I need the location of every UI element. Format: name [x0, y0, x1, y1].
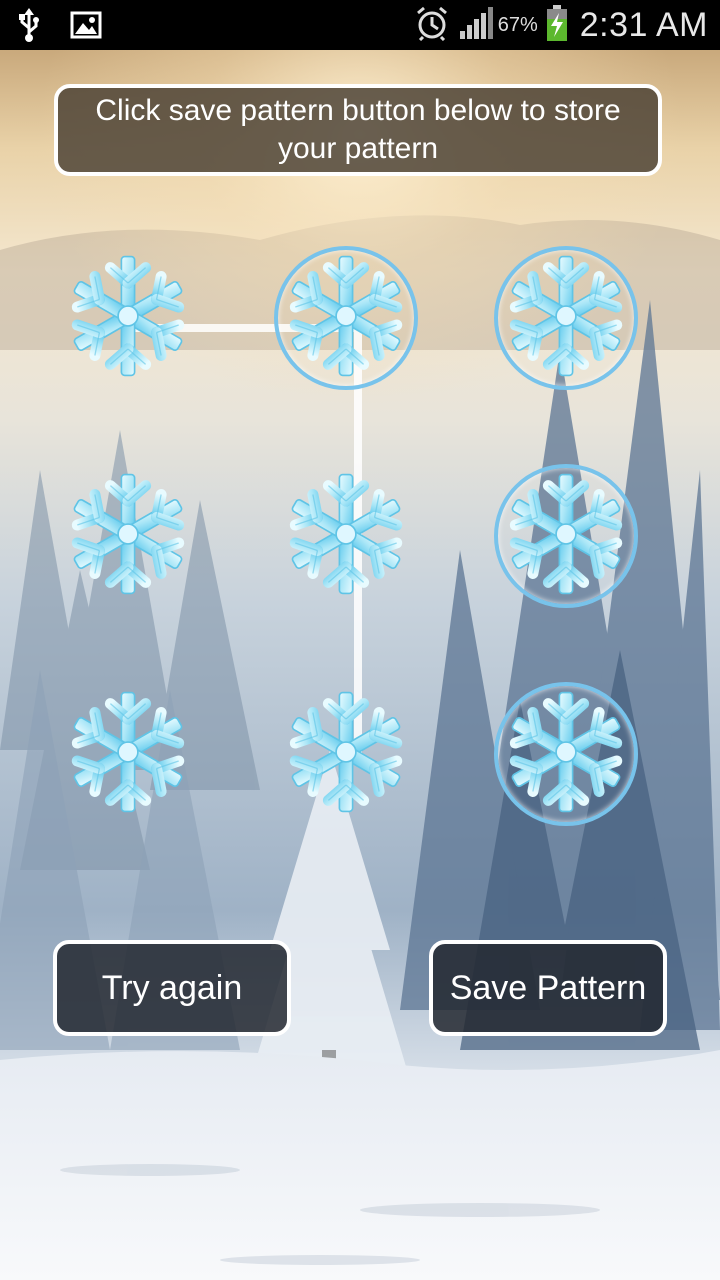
try-again-label: Try again — [101, 968, 243, 1007]
pattern-lock-grid[interactable] — [0, 0, 720, 1280]
pattern-node-6[interactable] — [494, 464, 638, 608]
save-pattern-button[interactable]: Save Pattern — [429, 940, 667, 1036]
snowflake-icon — [62, 686, 194, 823]
pattern-node-9[interactable] — [494, 682, 638, 826]
pattern-node-2[interactable] — [274, 246, 418, 390]
selected-ring — [494, 464, 638, 608]
pattern-node-1[interactable] — [56, 246, 200, 390]
pattern-node-8[interactable] — [274, 682, 418, 826]
pattern-node-5[interactable] — [274, 464, 418, 608]
pattern-node-3[interactable] — [494, 246, 638, 390]
try-again-button[interactable]: Try again — [53, 940, 291, 1036]
pattern-path — [128, 324, 362, 758]
selected-ring — [274, 246, 418, 390]
snowflake-icon — [280, 686, 412, 823]
snowflake-icon — [280, 468, 412, 605]
pattern-node-4[interactable] — [56, 464, 200, 608]
snowflake-icon — [62, 468, 194, 605]
snowflake-icon — [62, 250, 194, 387]
pattern-node-7[interactable] — [56, 682, 200, 826]
selected-ring — [494, 682, 638, 826]
save-pattern-label: Save Pattern — [449, 968, 647, 1007]
selected-ring — [494, 246, 638, 390]
